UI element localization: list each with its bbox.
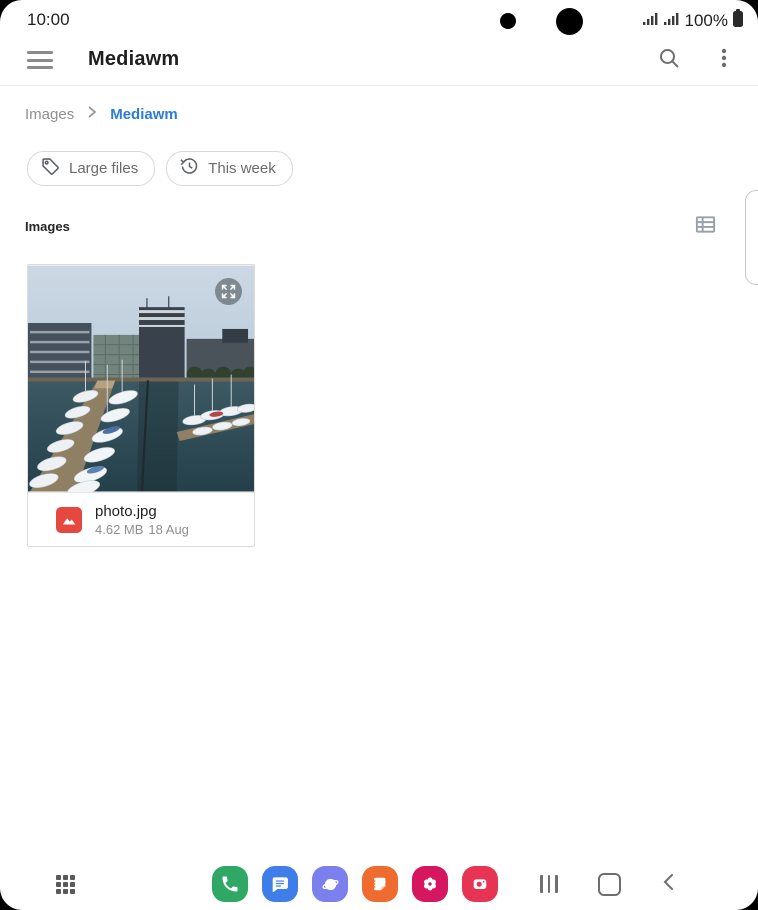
camera-cutout-large (556, 8, 583, 35)
recents-icon (540, 875, 558, 893)
app-grid-icon[interactable] (55, 874, 76, 895)
breadcrumb: Images Mediawm (25, 105, 178, 123)
camera-cutout-small (500, 13, 516, 29)
status-icons: 100% (642, 9, 744, 32)
back-button[interactable] (657, 872, 681, 896)
list-view-toggle-button[interactable] (692, 214, 718, 240)
phone-app-icon[interactable] (212, 866, 248, 902)
file-name: photo.jpg (95, 502, 157, 520)
expand-button[interactable] (215, 278, 242, 305)
tag-icon (40, 156, 61, 181)
phone-screen: 10:00 100% Mediawm Images Mediawm Large … (0, 0, 758, 910)
chip-label: This week (208, 160, 276, 177)
edge-panel-handle[interactable] (745, 190, 758, 285)
status-time: 10:00 (27, 10, 70, 29)
appbar-divider (0, 85, 758, 86)
app-dock (212, 866, 498, 902)
chip-label: Large files (69, 160, 139, 177)
page-title: Mediawm (88, 48, 180, 70)
notes-app-icon[interactable] (362, 866, 398, 902)
file-date: 18 Aug (148, 521, 189, 537)
photo-thumbnail[interactable] (28, 265, 254, 492)
history-icon (179, 156, 200, 181)
file-info: photo.jpg 4.62 MB 18 Aug (28, 492, 254, 546)
chip-this-week[interactable]: This week (166, 151, 293, 186)
filter-chips: Large files This week (27, 151, 293, 186)
battery-icon (732, 9, 744, 32)
hamburger-menu-icon[interactable] (27, 51, 53, 69)
search-icon (657, 46, 681, 75)
search-button[interactable] (653, 44, 685, 76)
recents-button[interactable] (537, 872, 561, 896)
signal-bars-icon (642, 11, 660, 31)
messages-app-icon[interactable] (262, 866, 298, 902)
file-card[interactable]: photo.jpg 4.62 MB 18 Aug (27, 264, 255, 547)
gallery-app-icon[interactable] (412, 866, 448, 902)
image-file-icon (56, 506, 82, 533)
internet-app-icon[interactable] (312, 866, 348, 902)
breadcrumb-parent[interactable]: Images (25, 106, 74, 123)
back-icon (659, 872, 679, 897)
expand-icon (220, 283, 237, 300)
breadcrumb-current[interactable]: Mediawm (110, 106, 178, 123)
home-button[interactable] (597, 872, 621, 896)
camera-app-icon[interactable] (462, 866, 498, 902)
list-view-icon (694, 213, 717, 241)
file-size: 4.62 MB (95, 521, 144, 537)
section-title: Images (25, 219, 70, 234)
more-options-button[interactable] (708, 44, 740, 76)
more-vert-icon (712, 46, 736, 75)
chip-large-files[interactable]: Large files (27, 151, 156, 186)
signal-bars-icon-2 (663, 11, 681, 31)
file-meta: 4.62 MB 18 Aug (95, 522, 189, 537)
battery-percent: 100% (684, 10, 728, 30)
breadcrumb-chevron-icon (86, 105, 98, 123)
home-icon (597, 872, 621, 896)
